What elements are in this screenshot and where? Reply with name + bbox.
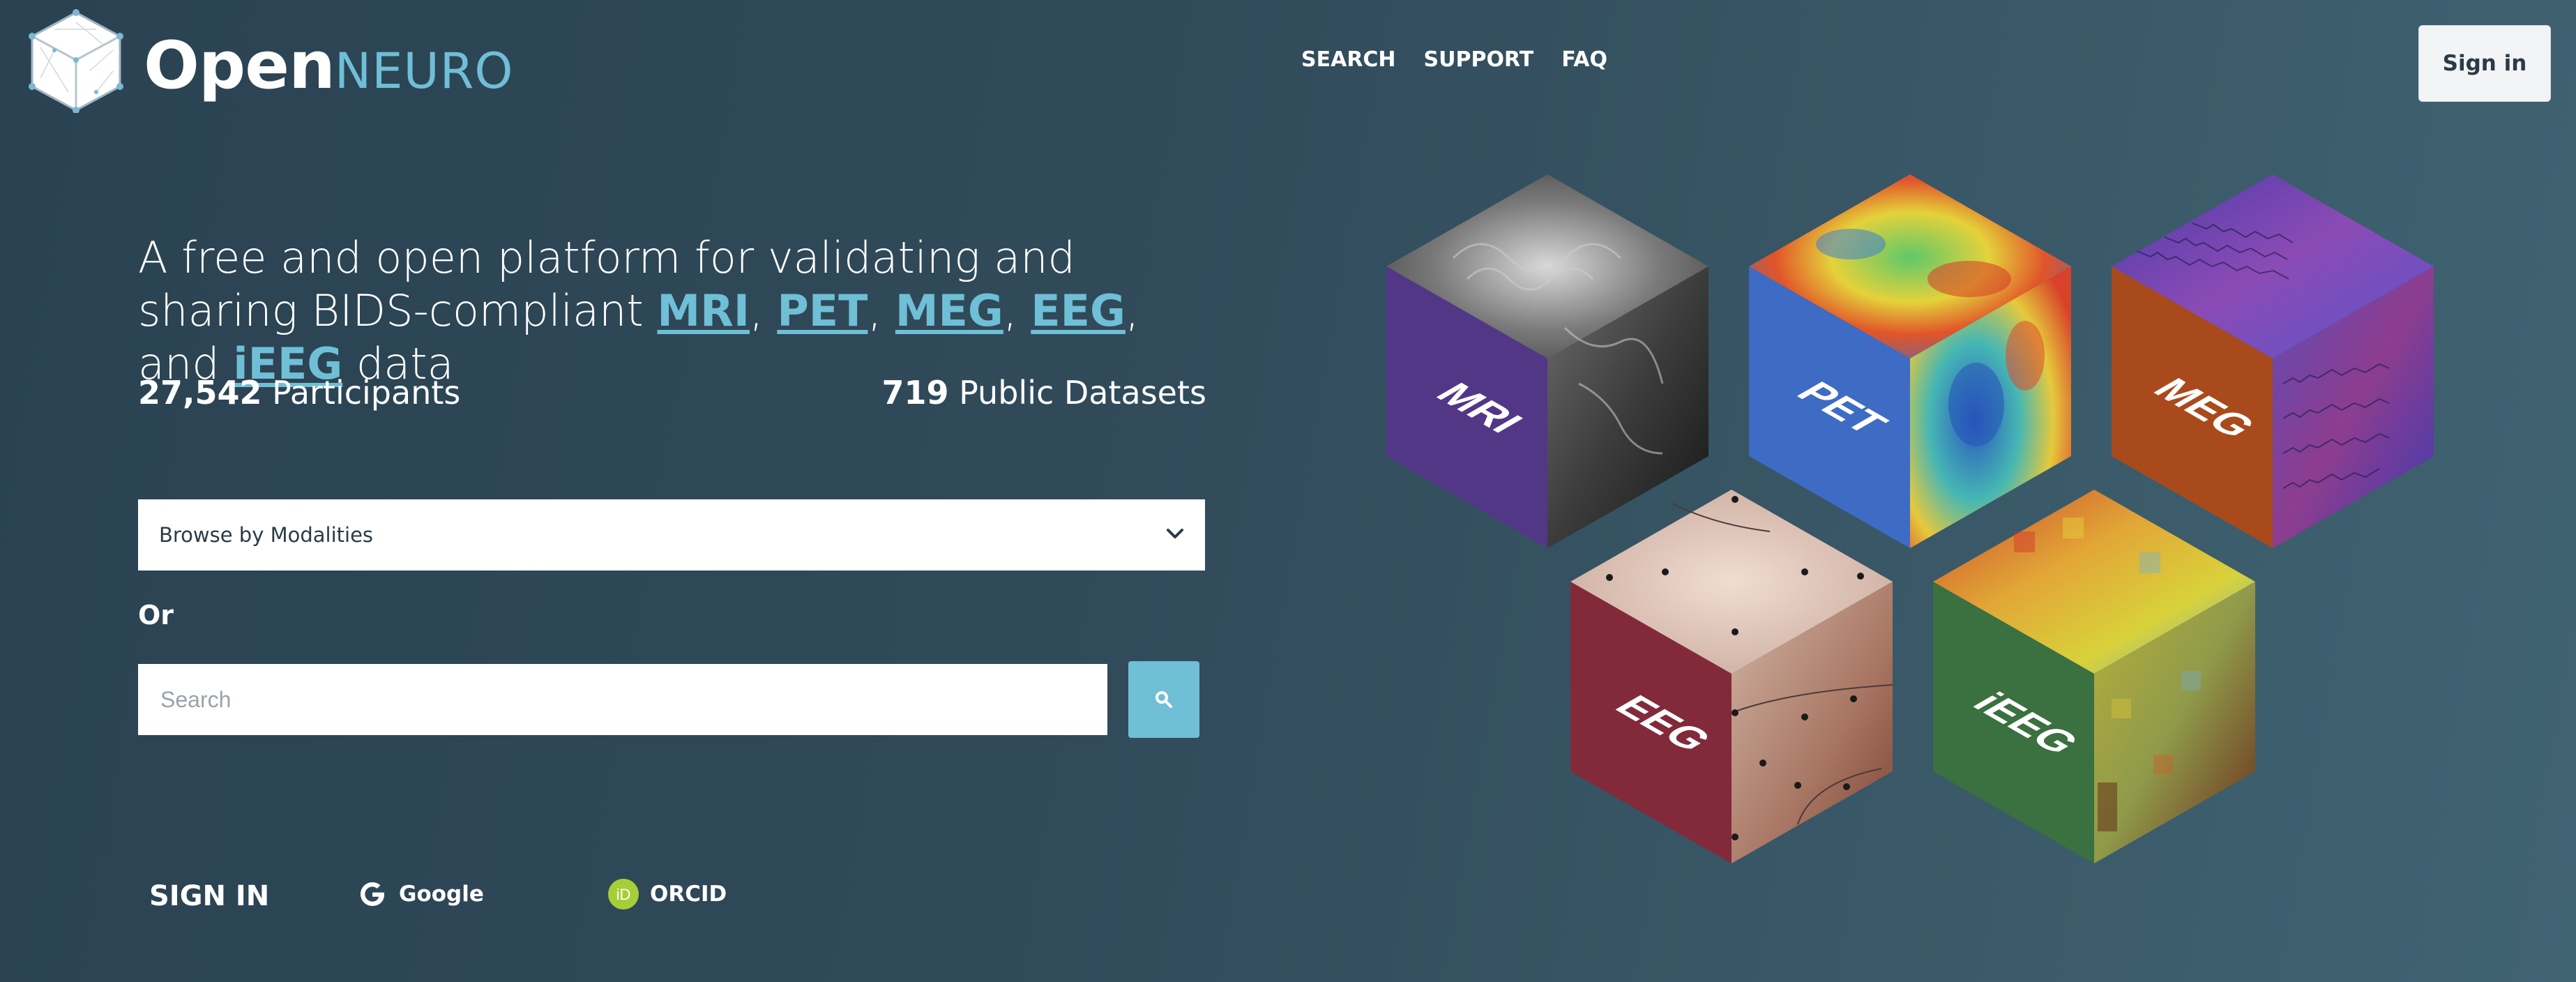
datasets-label: Public Datasets bbox=[959, 374, 1206, 411]
tagline-sep-2: , bbox=[867, 285, 895, 336]
search-button[interactable] bbox=[1128, 661, 1199, 738]
participants-stat: 27,542 Participants bbox=[138, 374, 460, 411]
search-input[interactable] bbox=[138, 664, 1107, 735]
orcid-sign-in[interactable]: iD ORCID bbox=[607, 877, 727, 911]
google-label: Google bbox=[399, 882, 484, 907]
participants-label: Participants bbox=[272, 374, 461, 411]
or-label: Or bbox=[138, 600, 174, 630]
nav-faq[interactable]: FAQ bbox=[1561, 47, 1607, 72]
datasets-count: 719 bbox=[881, 374, 949, 411]
logo-cube-icon bbox=[29, 9, 123, 113]
nav-support[interactable]: SUPPORT bbox=[1424, 47, 1534, 72]
cube-ieeg[interactable]: iEEG bbox=[1930, 490, 2258, 866]
tagline: A free and open platform for validating … bbox=[138, 232, 1226, 391]
cube-eeg[interactable]: EEG bbox=[1568, 490, 1895, 866]
nav-search[interactable]: SEARCH bbox=[1301, 47, 1396, 72]
link-pet[interactable]: PET bbox=[777, 285, 867, 336]
orcid-icon: iD bbox=[608, 879, 639, 909]
link-eeg[interactable]: EEG bbox=[1031, 285, 1126, 336]
brand-open: Open bbox=[144, 28, 335, 104]
top-nav: SEARCH SUPPORT FAQ bbox=[1301, 47, 1607, 72]
tagline-sep-3: , bbox=[1003, 285, 1031, 336]
google-icon bbox=[361, 882, 384, 906]
sign-in-label: SIGN IN bbox=[149, 880, 270, 912]
search-icon bbox=[1156, 691, 1172, 708]
brand-neuro: NEURO bbox=[334, 43, 514, 100]
orcid-label: ORCID bbox=[650, 882, 727, 907]
google-sign-in[interactable]: Google bbox=[356, 877, 484, 911]
chevron-down-icon bbox=[1167, 529, 1183, 538]
brand-wordmark[interactable]: OpenNEURO bbox=[144, 28, 513, 109]
link-mri[interactable]: MRI bbox=[657, 285, 750, 336]
link-meg[interactable]: MEG bbox=[895, 285, 1003, 336]
browse-modalities-select[interactable]: Browse by Modalities bbox=[138, 499, 1205, 571]
logo[interactable] bbox=[26, 8, 126, 113]
sign-in-button[interactable]: Sign in bbox=[2418, 25, 2551, 102]
participants-count: 27,542 bbox=[138, 374, 262, 411]
tagline-sep-1: , bbox=[749, 285, 778, 336]
svg-text:iD: iD bbox=[616, 886, 631, 903]
browse-modalities-label: Browse by Modalities bbox=[159, 523, 374, 547]
datasets-stat: 719 Public Datasets bbox=[881, 374, 1206, 411]
